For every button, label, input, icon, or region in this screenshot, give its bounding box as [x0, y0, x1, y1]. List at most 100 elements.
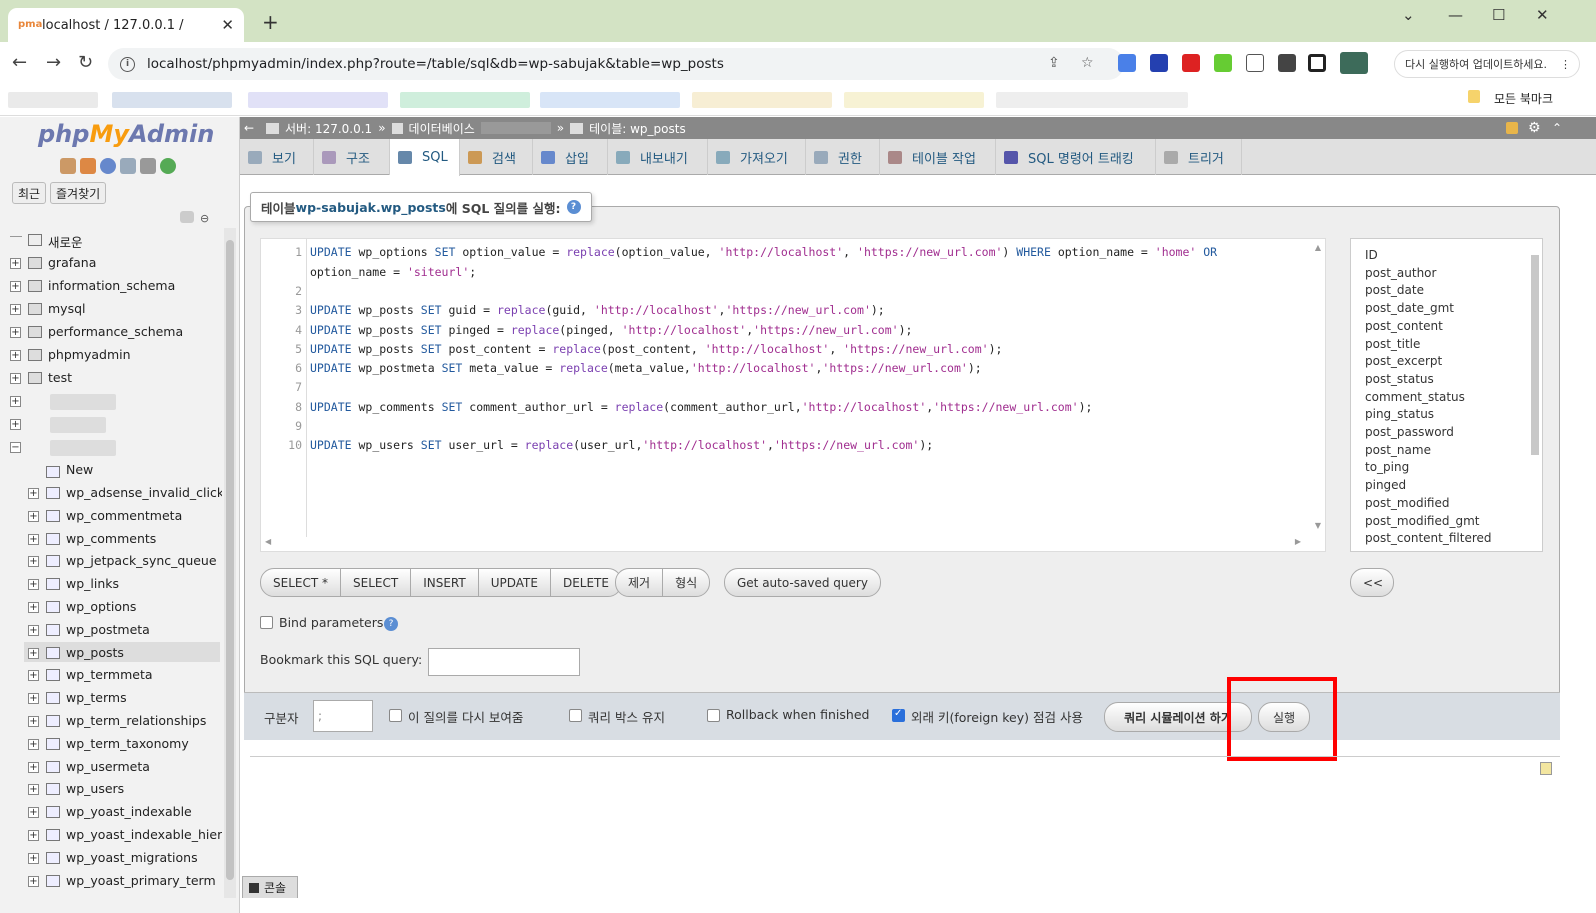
expand-table-icon[interactable]: + [28, 579, 39, 591]
blurred-database-name[interactable] [50, 417, 106, 433]
tab-1[interactable]: 보기 [240, 139, 314, 175]
expand-icon[interactable]: + [10, 327, 21, 338]
help-icon[interactable]: ? [566, 200, 581, 214]
breadcrumb-database[interactable]: 데이터베이스 [409, 120, 475, 137]
phpmyadmin-logo[interactable]: phpMyAdmin [38, 120, 214, 148]
tab-search-icon[interactable]: ⌄ [1402, 6, 1415, 24]
download-extension-icon[interactable] [1150, 54, 1168, 72]
collapse-all-icon[interactable] [180, 211, 194, 223]
breadcrumb-table[interactable]: 테이블: wp_posts [589, 120, 686, 137]
tree-table[interactable]: wp_options [66, 599, 222, 614]
expand-icon[interactable]: + [10, 258, 21, 269]
tree-database[interactable]: grafana [48, 255, 96, 270]
tree-table[interactable]: wp_comments [66, 531, 222, 546]
expand-table-icon[interactable]: + [28, 784, 39, 796]
tree-table[interactable]: wp_postmeta [66, 622, 222, 637]
tab-3[interactable]: SQL [390, 139, 460, 176]
column-list[interactable]: ID post_author post_date post_date_gmt post_… [1350, 238, 1543, 552]
column-item[interactable]: ID [1365, 248, 1378, 262]
link-icon[interactable]: ⊖ [200, 212, 209, 225]
scroll-right-icon[interactable]: ▶ [1295, 537, 1301, 546]
expand-table-icon[interactable]: + [28, 624, 39, 636]
column-item[interactable]: post_title [1365, 337, 1420, 351]
tree-table[interactable]: wp_usermeta [66, 759, 222, 774]
recent-button[interactable]: 최근 [12, 182, 47, 204]
expand-icon[interactable]: + [10, 373, 21, 384]
insert-column-button[interactable]: << [1350, 568, 1394, 597]
settings-gear-icon[interactable] [140, 158, 156, 174]
browser-tab[interactable]: pma localhost / 127.0.0.1 / ✕ [8, 8, 244, 42]
breadcrumb-server[interactable]: 서버: 127.0.0.1 [285, 120, 372, 137]
minimize-icon[interactable]: — [1448, 6, 1463, 24]
blurred-bookmark[interactable] [692, 92, 832, 108]
bind-help-icon[interactable]: ? [384, 617, 398, 631]
blurred-bookmark[interactable] [400, 92, 530, 108]
back-icon[interactable]: ← [12, 52, 27, 73]
expand-table-icon[interactable]: + [28, 852, 39, 864]
tree-table[interactable]: wp_yoast_migrations [66, 850, 222, 865]
tree-table[interactable]: wp_termmeta [66, 667, 222, 682]
collapse-nav-icon[interactable]: ← [244, 121, 254, 135]
pdf-extension-icon[interactable] [1182, 54, 1200, 72]
tree-table[interactable]: wp_terms [66, 690, 222, 705]
update-button[interactable]: 다시 실행하여 업데이트하세요. ⋮ [1394, 50, 1580, 78]
expand-icon[interactable]: + [10, 281, 21, 292]
column-item[interactable]: post_content_filtered [1365, 531, 1492, 545]
tab-11[interactable]: 트리거 [1156, 139, 1242, 175]
column-item[interactable]: post_modified_gmt [1365, 514, 1479, 528]
tree-table[interactable]: wp_term_relationships [66, 713, 222, 728]
collapse-icon[interactable]: ⌃ [1552, 121, 1562, 135]
tree-database[interactable]: information_schema [48, 278, 175, 293]
scroll-up-icon[interactable]: ▲ [1315, 243, 1321, 252]
docs-icon[interactable] [120, 158, 136, 174]
window-close-icon[interactable]: ✕ [1536, 6, 1549, 24]
show-again-checkbox[interactable] [389, 709, 402, 722]
scroll-down-icon[interactable]: ▼ [1315, 521, 1321, 530]
expand-table-icon[interactable]: + [28, 647, 39, 659]
column-item[interactable]: post_date [1365, 283, 1424, 297]
profile-avatar[interactable] [1340, 52, 1368, 74]
sql-editor[interactable]: 1 2 3 4 5 6 7 8 9 10 ▲ ▼ ◀ ▶ UPDATE wp_options SE… [260, 238, 1326, 552]
blurred-bookmark[interactable] [248, 92, 388, 108]
format-button[interactable]: 형식 [663, 569, 709, 596]
expand-icon[interactable]: + [10, 350, 21, 361]
nav-scrollbar[interactable] [224, 228, 236, 898]
foreign-key-checkbox[interactable] [892, 708, 905, 722]
bookmark-icon[interactable] [1246, 54, 1264, 72]
address-bar[interactable]: i localhost/phpmyadmin/index.php?route=/… [108, 48, 1124, 80]
new-tab-icon[interactable]: + [262, 10, 279, 34]
retain-box-checkbox[interactable] [569, 709, 582, 722]
expand-table-icon[interactable]: + [28, 556, 39, 568]
extension-icon[interactable] [1214, 54, 1232, 72]
expand-table-icon[interactable]: + [28, 693, 39, 705]
collapse-icon[interactable]: − [10, 442, 21, 453]
sql-select-button[interactable]: SELECT [341, 569, 412, 596]
tree-table[interactable]: wp_links [66, 576, 222, 591]
translate-extension-icon[interactable] [1118, 54, 1136, 72]
tree-table[interactable]: wp_yoast_indexable [66, 804, 222, 819]
site-info-icon[interactable]: i [120, 56, 135, 72]
column-item[interactable]: post_date_gmt [1365, 301, 1454, 315]
expand-icon[interactable]: + [10, 304, 21, 315]
tab-7[interactable]: 가져오기 [708, 139, 806, 175]
blurred-bookmark[interactable] [112, 92, 232, 108]
lock-icon[interactable] [1506, 122, 1518, 134]
tree-database[interactable]: performance_schema [48, 324, 183, 339]
expand-table-icon[interactable]: + [28, 488, 39, 499]
rollback-checkbox[interactable] [707, 709, 720, 722]
tree-table[interactable]: wp_commentmeta [66, 508, 222, 523]
help-icon[interactable] [100, 158, 116, 174]
tree-table[interactable]: wp_adsense_invalid_click_p [66, 485, 222, 500]
expand-icon[interactable]: + [10, 396, 21, 407]
tab-6[interactable]: 내보내기 [608, 139, 708, 175]
expand-table-icon[interactable]: + [28, 602, 39, 613]
puzzle-extensions-icon[interactable] [1278, 54, 1296, 72]
scroll-left-icon[interactable]: ◀ [265, 537, 271, 546]
new-table-link[interactable]: New [66, 462, 93, 477]
page-settings-icon[interactable] [1540, 762, 1552, 775]
bookmark-input[interactable] [428, 648, 580, 676]
blurred-bookmark[interactable] [844, 92, 984, 108]
bookmark-star-icon[interactable]: ☆ [1081, 55, 1094, 71]
tab-4[interactable]: 검색 [460, 139, 533, 175]
tree-database[interactable]: phpmyadmin [48, 347, 131, 362]
